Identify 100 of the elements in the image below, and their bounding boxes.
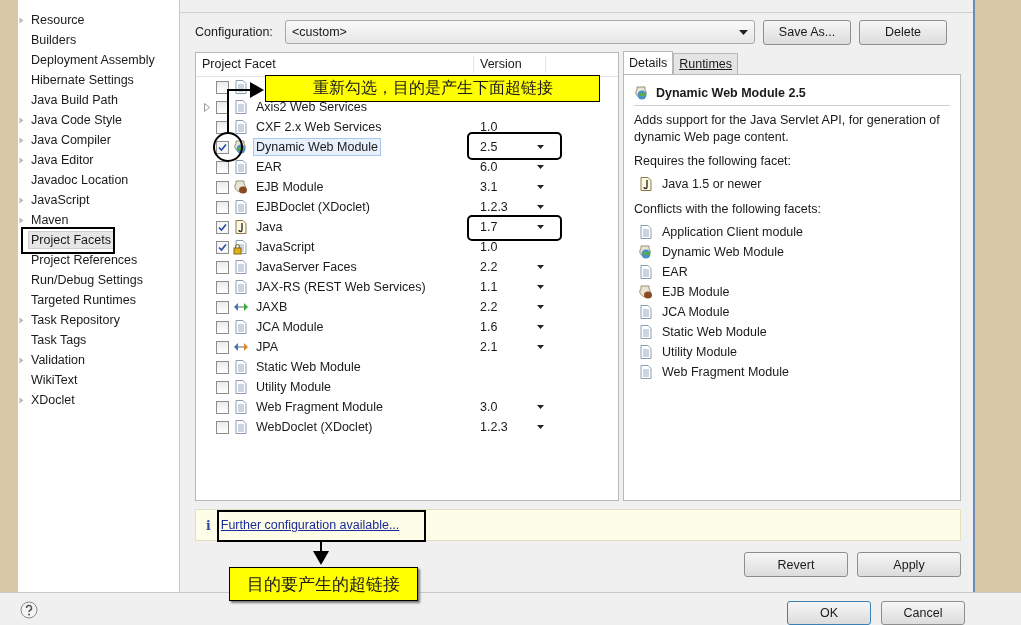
annotation-callout: 目的要产生的超链接 xyxy=(229,567,418,601)
checkbox[interactable] xyxy=(216,320,229,334)
sidebar-item[interactable]: Run/Debug Settings xyxy=(28,271,146,289)
facet-name[interactable]: Utility Module xyxy=(253,378,335,396)
version-cell: 1.2.3 xyxy=(480,200,508,214)
dropdown-arrow-icon[interactable] xyxy=(537,205,544,209)
document-icon xyxy=(233,379,249,395)
checkbox[interactable] xyxy=(216,240,229,254)
facet-name[interactable]: JAX-RS (REST Web Services) xyxy=(253,278,429,296)
tab[interactable]: Runtimes xyxy=(673,53,738,74)
dialog-button[interactable]: Delete xyxy=(859,19,947,45)
sidebar-item[interactable]: JavaScript xyxy=(28,191,93,209)
dialog-button[interactable]: OK xyxy=(787,601,871,625)
dialog-button[interactable]: Save As... xyxy=(763,19,851,45)
conflicting-facet: EJB Module xyxy=(662,285,730,299)
sidebar-item[interactable]: WikiText xyxy=(28,371,81,389)
checkbox[interactable] xyxy=(216,160,229,174)
checkbox[interactable] xyxy=(216,340,229,354)
sidebar-item[interactable]: Java Code Style xyxy=(28,111,126,129)
checkbox[interactable] xyxy=(216,400,229,414)
expand-arrow-icon[interactable] xyxy=(19,17,24,24)
dialog-button[interactable]: Cancel xyxy=(881,601,965,625)
dropdown-arrow-icon[interactable] xyxy=(537,165,544,169)
facet-name[interactable]: JCA Module xyxy=(253,318,327,336)
conflicts-label: Conflicts with the following facets: xyxy=(634,202,822,216)
dropdown-arrow-icon[interactable] xyxy=(537,325,544,329)
dropdown-arrow-icon[interactable] xyxy=(537,345,544,349)
dropdown-arrow-icon[interactable] xyxy=(537,305,544,309)
column-header[interactable]: Project Facet xyxy=(196,56,474,73)
dropdown-arrow-icon[interactable] xyxy=(537,145,544,149)
facet-name[interactable]: JPA xyxy=(253,338,281,356)
dropdown-arrow-icon[interactable] xyxy=(537,285,544,289)
sidebar-item[interactable]: Java Compiler xyxy=(28,131,114,149)
sidebar-item[interactable]: Deployment Assembly xyxy=(28,51,158,69)
sidebar-item[interactable]: Resource xyxy=(28,11,88,29)
sidebar-item[interactable]: Hibernate Settings xyxy=(28,71,137,89)
facet-name[interactable]: Java xyxy=(253,218,286,236)
dropdown-arrow-icon[interactable] xyxy=(537,225,544,229)
checkbox[interactable] xyxy=(216,220,229,234)
expand-arrow-icon[interactable] xyxy=(19,117,24,124)
dialog-button[interactable]: Apply xyxy=(857,552,961,577)
facet-name[interactable]: WebDoclet (XDoclet) xyxy=(253,418,376,436)
checkbox[interactable] xyxy=(216,380,229,394)
expand-arrow-icon[interactable] xyxy=(19,357,24,364)
requires-label: Requires the following facet: xyxy=(634,154,793,168)
facet-name[interactable]: EJB Module xyxy=(253,178,327,196)
dropdown-arrow-icon[interactable] xyxy=(537,185,544,189)
expand-arrow-icon[interactable] xyxy=(19,317,24,324)
sidebar-item[interactable]: Javadoc Location xyxy=(28,171,132,189)
checkbox[interactable] xyxy=(216,420,229,434)
document-icon xyxy=(233,319,249,335)
expand-arrow-icon[interactable] xyxy=(204,102,210,112)
expand-arrow-icon[interactable] xyxy=(19,137,24,144)
facet-name[interactable]: JavaScript xyxy=(253,238,318,256)
version-cell: 1.1 xyxy=(480,280,498,294)
column-header[interactable]: Version xyxy=(474,56,546,73)
version-cell: 6.0 xyxy=(480,160,498,174)
sidebar-item[interactable]: Java Build Path xyxy=(28,91,121,109)
checkbox[interactable] xyxy=(216,360,229,374)
expand-arrow-icon[interactable] xyxy=(19,157,24,164)
sidebar-item[interactable]: Project Facets xyxy=(28,231,114,249)
expand-arrow-icon[interactable] xyxy=(19,217,24,224)
dropdown-arrow-icon[interactable] xyxy=(537,265,544,269)
sidebar-item[interactable]: XDoclet xyxy=(28,391,78,409)
highlight-circle xyxy=(213,132,243,162)
checkbox[interactable] xyxy=(216,200,229,214)
version-cell: 3.1 xyxy=(480,180,498,194)
sidebar-item[interactable]: Targeted Runtimes xyxy=(28,291,139,309)
checkbox[interactable] xyxy=(216,260,229,274)
checkbox[interactable] xyxy=(216,300,229,314)
sidebar-item[interactable]: Maven xyxy=(28,211,72,229)
conflicting-facet: Utility Module xyxy=(662,345,738,359)
dropdown-arrow-icon[interactable] xyxy=(537,405,544,409)
expand-arrow-icon[interactable] xyxy=(19,197,24,204)
checkbox[interactable] xyxy=(216,140,229,154)
configuration-dropdown[interactable]: <custom> xyxy=(285,20,755,44)
sidebar-item[interactable]: Task Repository xyxy=(28,311,123,329)
checkbox[interactable] xyxy=(216,180,229,194)
facet-name[interactable]: EJBDoclet (XDoclet) xyxy=(253,198,373,216)
facet-title: Dynamic Web Module 2.5 xyxy=(656,86,806,100)
checkbox[interactable] xyxy=(216,80,229,94)
sidebar-item[interactable]: Task Tags xyxy=(28,331,90,349)
dropdown-arrow-icon[interactable] xyxy=(537,425,544,429)
dialog-button[interactable]: Revert xyxy=(744,552,848,577)
facet-name[interactable]: JAXB xyxy=(253,298,291,316)
checkbox[interactable] xyxy=(216,280,229,294)
facet-name[interactable]: JavaServer Faces xyxy=(253,258,360,276)
facet-name[interactable]: EAR xyxy=(253,158,285,176)
sidebar-item[interactable]: Builders xyxy=(28,31,80,49)
facet-name[interactable]: CXF 2.x Web Services xyxy=(253,118,385,136)
configuration-label: Configuration: xyxy=(195,25,274,39)
sidebar-item[interactable]: Java Editor xyxy=(28,151,97,169)
sidebar-item[interactable]: Project References xyxy=(28,251,141,269)
tab[interactable]: Details xyxy=(623,51,674,74)
facet-name[interactable]: Dynamic Web Module xyxy=(253,138,382,156)
configuration-link[interactable]: Further configuration available... xyxy=(220,518,400,532)
expand-arrow-icon[interactable] xyxy=(19,397,24,404)
sidebar-item[interactable]: Validation xyxy=(28,351,88,369)
facet-name[interactable]: Static Web Module xyxy=(253,358,364,376)
facet-name[interactable]: Web Fragment Module xyxy=(253,398,386,416)
